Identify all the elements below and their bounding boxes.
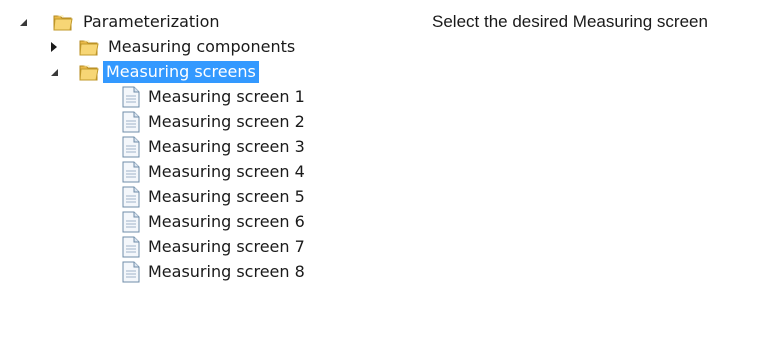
tree-node-label[interactable]: Measuring components <box>105 36 298 58</box>
instruction-text: Select the desired Measuring screen <box>432 12 708 31</box>
folder-icon <box>52 11 74 37</box>
document-icon <box>121 211 141 237</box>
tree-item-measuring-screen-6[interactable]: Measuring screen 6 <box>0 210 360 234</box>
tree-node-parameterization[interactable]: Parameterization <box>0 10 300 34</box>
tree-item-label[interactable]: Measuring screen 1 <box>145 86 308 108</box>
tree-item-label[interactable]: Measuring screen 8 <box>145 261 308 283</box>
tree-node-measuring-screens[interactable]: Measuring screens <box>0 60 360 84</box>
tree-item-measuring-screen-8[interactable]: Measuring screen 8 <box>0 260 360 284</box>
tree-item-label[interactable]: Measuring screen 5 <box>145 186 308 208</box>
tree-item-measuring-screen-5[interactable]: Measuring screen 5 <box>0 185 360 209</box>
tree-node-label[interactable]: Parameterization <box>80 11 223 33</box>
document-icon <box>121 111 141 137</box>
tree-item-measuring-screen-3[interactable]: Measuring screen 3 <box>0 135 360 159</box>
tree-item-label[interactable]: Measuring screen 7 <box>145 236 308 258</box>
expanded-arrow-icon[interactable] <box>51 69 58 76</box>
tree-item-measuring-screen-1[interactable]: Measuring screen 1 <box>0 85 360 109</box>
document-icon <box>121 86 141 112</box>
tree-node-label-selected[interactable]: Measuring screens <box>103 61 259 83</box>
tree-item-measuring-screen-4[interactable]: Measuring screen 4 <box>0 160 360 184</box>
tree-item-measuring-screen-7[interactable]: Measuring screen 7 <box>0 235 360 259</box>
folder-icon <box>78 61 100 87</box>
expanded-arrow-icon[interactable] <box>20 19 27 26</box>
tree-item-label[interactable]: Measuring screen 2 <box>145 111 308 133</box>
document-icon <box>121 161 141 187</box>
document-icon <box>121 136 141 162</box>
tree-item-measuring-screen-2[interactable]: Measuring screen 2 <box>0 110 360 134</box>
tree-item-label[interactable]: Measuring screen 3 <box>145 136 308 158</box>
document-icon <box>121 236 141 262</box>
collapsed-arrow-icon[interactable] <box>51 42 57 52</box>
tree-item-label[interactable]: Measuring screen 4 <box>145 161 308 183</box>
folder-icon <box>78 36 100 62</box>
document-icon <box>121 261 141 287</box>
tree-node-measuring-components[interactable]: Measuring components <box>0 35 360 59</box>
tree-item-label[interactable]: Measuring screen 6 <box>145 211 308 233</box>
document-icon <box>121 186 141 212</box>
tree-view: Parameterization Measuring components Me… <box>0 0 380 360</box>
